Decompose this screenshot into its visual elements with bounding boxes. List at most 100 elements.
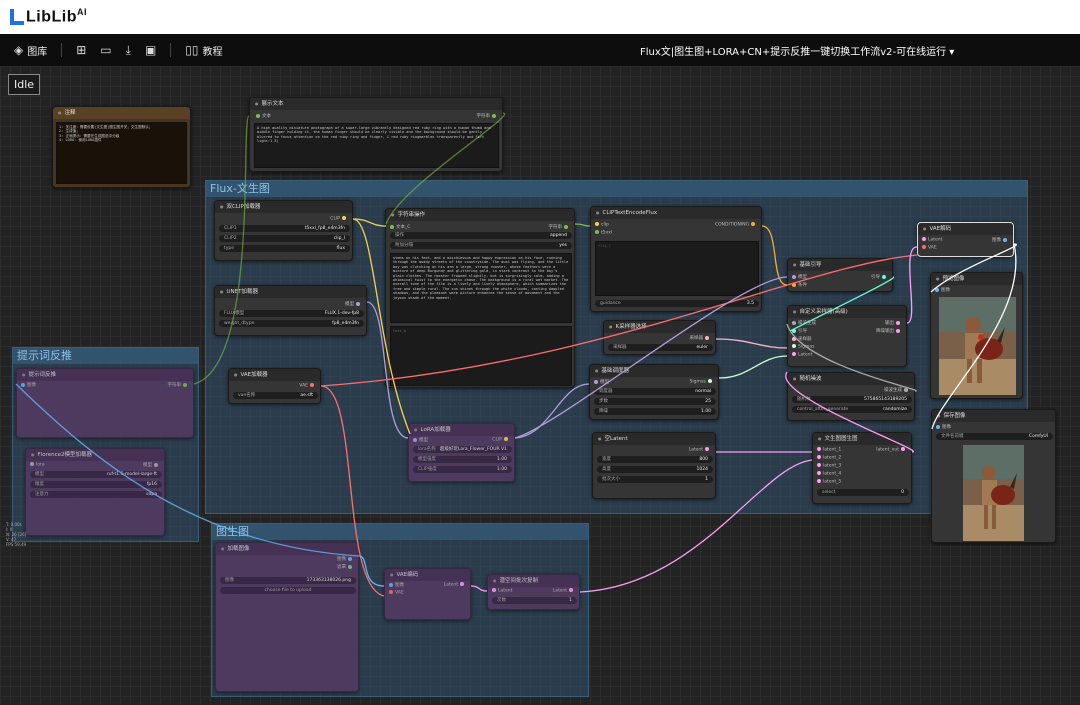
widget-type[interactable]: type flux <box>219 245 350 252</box>
node-empty-latent[interactable]: 空Latent Latent 宽度800 高度1024 批次大小1 <box>592 432 716 499</box>
node-latent-switch[interactable]: 文生图图生图 latent_1 latent_2 latent_3 latent… <box>812 432 912 504</box>
open-folder-button[interactable]: ▭ <box>100 43 111 57</box>
widget-select[interactable]: select 0 <box>817 489 909 496</box>
output-output[interactable]: 输出 <box>885 320 902 326</box>
input-sigmas[interactable]: Sigmas <box>790 344 814 350</box>
input-latent-5[interactable]: latent_5 <box>815 479 841 485</box>
clip-l-area[interactable]: clip_l <box>595 241 759 296</box>
input-t5xxl[interactable]: t5xxl <box>593 230 612 236</box>
widget-scheduler[interactable]: 调度器 normal <box>594 388 716 395</box>
output-guider[interactable]: 引导 <box>871 274 888 280</box>
widget-amount[interactable]: 次数 1 <box>492 597 577 604</box>
input-noise[interactable]: 噪波生成 <box>790 320 816 326</box>
upload-button[interactable]: choose file to upload <box>220 587 356 594</box>
input-model[interactable]: 模型 <box>790 274 807 280</box>
node-florence-model-loader[interactable]: Florence2模型加载器 lora 模型 模型ruf-t1.5-model-… <box>25 448 165 536</box>
node-basic-scheduler[interactable]: 基础调度器 模型 Sigmas 调度器normal 步数25 降噪1.00 <box>589 364 719 420</box>
widget-unet-name[interactable]: FLUX模型 FLUX.1-dev-fp8 <box>219 310 364 317</box>
node-vae-decode[interactable]: VAE解码 Latent VAE 图像 <box>917 222 1014 257</box>
input-vae[interactable]: VAE <box>387 590 404 596</box>
node-dual-clip-loader[interactable]: 双CLIP加载器 CLIP CLIP1t5xxl_fp8_e4m3fn CLIP… <box>214 200 353 261</box>
output-latent-out[interactable]: latent_out <box>876 447 907 453</box>
input-guider[interactable]: 引导 <box>790 328 807 334</box>
input-conditioning[interactable]: 条件 <box>790 282 807 288</box>
node-florence-caption[interactable]: 提示词反推 图像 字符串 <box>16 368 194 438</box>
node-latent-batch-repeat[interactable]: 潜空间批次复制 Latent Latent 次数1 <box>487 574 580 610</box>
widget-filename-prefix[interactable]: 文件名前缀 ComfyUI <box>936 433 1053 440</box>
output-model[interactable]: 模型 <box>345 301 362 307</box>
widget-model[interactable]: 模型 ruf-t1.5-model-large-ft <box>30 471 162 478</box>
output-conditioning[interactable]: CONDITIONING <box>715 222 757 228</box>
widget-operation[interactable]: 操作 append <box>390 232 572 239</box>
widget-strength-clip[interactable]: CLIP强度 1.00 <box>413 466 512 473</box>
node-vae-loader[interactable]: VAE加载器 VAE vae名称ae.sft <box>228 368 321 404</box>
input-latent-4[interactable]: latent_4 <box>815 471 841 477</box>
node-lora-loader[interactable]: LoRA加载器 模型 CLIP lora名称超级好玩Lora_Flower_FO… <box>408 423 515 482</box>
output-latent[interactable]: Latent <box>689 447 711 453</box>
input-image[interactable]: 图像 <box>19 382 36 388</box>
node-clip-text-encode-flux[interactable]: CLIPTextEncodeFlux clip t5xxl CONDITIONI… <box>590 206 762 312</box>
group-title[interactable]: 图生图 <box>212 524 588 540</box>
node-string-operation[interactable]: 字符串操作 文本_C 字符串 操作append 附加分隔yes stems on… <box>385 208 575 388</box>
output-clip[interactable]: CLIP <box>330 216 348 222</box>
input-text-c[interactable]: 文本_C <box>388 224 410 230</box>
widget-noise-seed[interactable]: 随机种 575865143189205 <box>792 396 912 403</box>
group-title[interactable]: Flux-文生图 <box>206 181 1027 197</box>
save-button[interactable]: ▣ <box>145 43 156 57</box>
input-clip[interactable]: clip <box>593 222 609 228</box>
input-pixels[interactable]: 图像 <box>387 582 404 588</box>
widget-precision[interactable]: 精度 fp16 <box>30 481 162 488</box>
input-latent-3[interactable]: latent_3 <box>815 463 841 469</box>
widget-clip1[interactable]: CLIP1 t5xxl_fp8_e4m3fn <box>219 225 350 232</box>
input-vae[interactable]: VAE <box>920 245 937 251</box>
input-samples[interactable]: Latent <box>490 588 512 594</box>
output-mask[interactable]: 遮罩 <box>337 564 354 570</box>
input-image[interactable]: 图像 <box>934 424 951 430</box>
text-b-area[interactable]: text_b <box>390 326 572 386</box>
new-file-button[interactable]: ⊞ <box>76 43 86 57</box>
widget-batch-size[interactable]: 批次大小 1 <box>597 476 713 483</box>
widget-sampler-name[interactable]: 采样器 euler <box>608 344 713 351</box>
output-latent[interactable]: Latent <box>553 588 575 594</box>
widget-steps[interactable]: 步数 25 <box>594 398 716 405</box>
widget-separator[interactable]: 附加分隔 yes <box>390 242 572 249</box>
input-image[interactable]: 图像 <box>933 287 950 293</box>
output-caption[interactable]: 字符串 <box>168 382 190 388</box>
input-latent-1[interactable]: latent_1 <box>815 447 841 453</box>
output-denoised[interactable]: 降噪输出 <box>876 328 902 334</box>
brand-name[interactable]: LibLibAI <box>26 7 87 26</box>
input-model[interactable]: 模型 <box>411 437 428 443</box>
output-vae[interactable]: VAE <box>299 383 316 389</box>
saved-image-output[interactable] <box>963 445 1024 541</box>
output-clip[interactable]: CLIP <box>492 437 510 443</box>
widget-strength-model[interactable]: 模型强度 1.00 <box>413 456 512 463</box>
node-basic-guider[interactable]: 基础引导 模型 条件 引导 <box>787 258 893 292</box>
input-sampler[interactable]: 采样器 <box>790 336 812 342</box>
node-save-image[interactable]: 保存图像 图像 文件名前缀ComfyUI <box>931 409 1056 543</box>
show-text-area[interactable]: A high quality miniature photograph of a… <box>254 123 499 168</box>
node-load-image[interactable]: 加载图像 图像 遮罩 图像173363138026.png choose fil… <box>215 542 359 692</box>
widget-guidance[interactable]: guidance 3.5 <box>595 300 759 307</box>
widget-clip2[interactable]: CLIP2 clip_l <box>219 235 350 242</box>
widget-control-after-generate[interactable]: control_after_generate randomize <box>792 406 912 413</box>
widget-weight-dtype[interactable]: weight_dtype fp8_e4m3fn <box>219 320 364 327</box>
output-sampler[interactable]: 采样器 <box>690 335 712 341</box>
widget-height[interactable]: 高度 1024 <box>597 466 713 473</box>
preview-image-output[interactable] <box>939 297 1016 395</box>
download-button[interactable]: ⤓ <box>126 43 131 58</box>
node-canvas[interactable]: Flux-文生图 提示词反推 图生图 Idle 注释 1: 关注度：需要设置|文… <box>0 66 1080 705</box>
group-title[interactable]: 提示词反推 <box>13 348 198 364</box>
input-lora[interactable]: lora <box>28 462 45 468</box>
output-image[interactable]: 图像 <box>337 556 354 562</box>
node-preview-image[interactable]: 预览图像 图像 <box>930 272 1023 399</box>
input-latent[interactable]: Latent <box>920 237 942 243</box>
output-noise[interactable]: 噪波生成 <box>884 387 910 393</box>
input-text[interactable]: 文本 <box>254 113 271 119</box>
gallery-button[interactable]: ◈ 图库 <box>14 43 47 58</box>
widget-image-file[interactable]: 图像 173363138026.png <box>220 577 356 584</box>
node-unet-loader[interactable]: UNET加载器 模型 FLUX模型FLUX.1-dev-fp8 weight_d… <box>214 285 367 336</box>
output-string[interactable]: 字符串 <box>477 113 499 119</box>
input-latent-2[interactable]: latent_2 <box>815 455 841 461</box>
widget-vae-name[interactable]: vae名称 ae.sft <box>233 392 318 399</box>
node-vae-encode[interactable]: VAE编码 图像 VAE Latent <box>384 568 471 620</box>
